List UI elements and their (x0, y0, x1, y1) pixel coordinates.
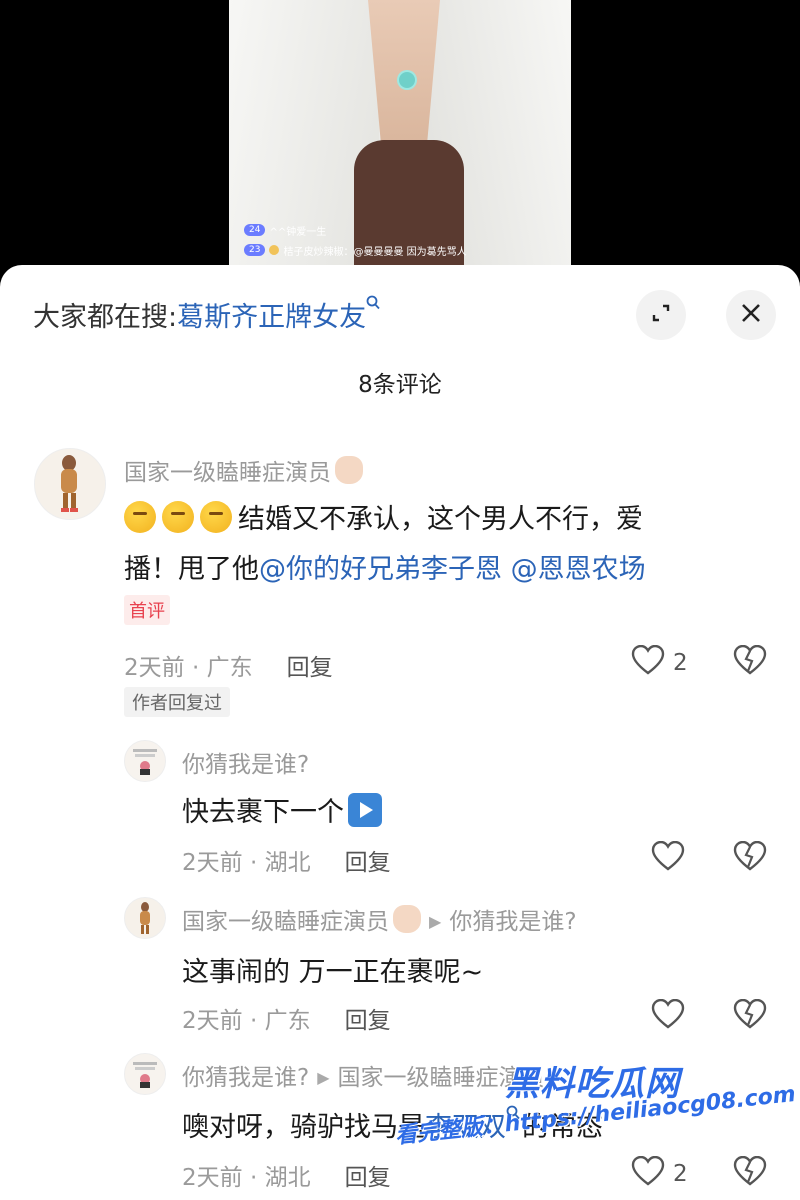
comment-author-name[interactable]: 你猜我是谁? (182, 745, 309, 779)
pendant (399, 72, 415, 88)
like-button[interactable] (651, 840, 685, 877)
search-icon (506, 1105, 522, 1128)
reply-to-name[interactable]: 国家一级瞌睡症演员 (338, 1065, 545, 1091)
avatar[interactable] (34, 448, 106, 520)
reply-to-name[interactable]: 你猜我是谁? (449, 909, 576, 935)
comment-time-location: 2天前 · 湖北 (182, 850, 311, 876)
trending-search-term[interactable]: 葛斯齐正牌女友 (177, 302, 366, 333)
live-chat: 24 ^^钟爱一生 23 桔子皮炒辣椒：@曼曼曼曼 因为葛先骂人 (244, 222, 574, 262)
comment-meta: 2天前 · 湖北 回复 (182, 1158, 391, 1192)
thinking-emoji-icon (200, 501, 232, 533)
trending-search[interactable]: 大家都在搜:葛斯齐正牌女友 (33, 295, 382, 334)
trending-search-prefix: 大家都在搜: (33, 302, 178, 333)
heart-icon (631, 1155, 665, 1192)
live-video[interactable]: 24 ^^钟爱一生 23 桔子皮炒辣椒：@曼曼曼曼 因为葛先骂人 (0, 0, 800, 290)
dislike-button[interactable] (733, 998, 767, 1033)
comment-author[interactable]: 国家一级瞌睡症演员 (124, 453, 363, 487)
chat-line: 24 ^^钟爱一生 (244, 222, 574, 238)
close-icon (739, 301, 763, 329)
fan-badge-icon (269, 245, 280, 255)
reply-arrow-icon: ▶ (429, 912, 442, 931)
comment-text-prefix: 噢对呀，骑驴找马是 (182, 1112, 425, 1143)
reply-button[interactable]: 回复 (345, 1165, 391, 1191)
like-button[interactable] (651, 998, 685, 1035)
chat-line: 23 桔子皮炒辣椒：@曼曼曼曼 因为葛先骂人 (244, 242, 574, 258)
like-button[interactable]: 2 (631, 644, 688, 681)
comment-text: 快去裹下一个 (182, 790, 382, 829)
thinking-emoji-icon (162, 501, 194, 533)
comment-author-name[interactable]: 国家一级瞌睡症演员 (124, 460, 331, 486)
comment-author-name[interactable]: 你猜我是谁? (182, 1065, 309, 1091)
comment-text-suffix: 的常态 (522, 1112, 603, 1143)
comment-text-line1: 结婚又不承认，这个男人不行，爱 (238, 504, 643, 535)
comment-text: 这事闹的 万一正在裹呢~ (182, 957, 484, 988)
dislike-button[interactable] (733, 840, 767, 875)
broken-heart-icon (733, 1155, 767, 1190)
avatar[interactable] (124, 897, 166, 939)
author-replied-tag: 作者回复过 (124, 687, 230, 717)
dislike-button[interactable] (733, 1155, 767, 1190)
user-level-badge: 24 (244, 224, 266, 236)
comment-time-location: 2天前 · 广东 (182, 1008, 311, 1034)
comment-text-content: 快去裹下一个 (182, 797, 344, 828)
chat-text: 桔子皮炒辣椒：@曼曼曼曼 因为葛先骂人 (283, 246, 467, 258)
reply-button[interactable]: 回复 (345, 850, 391, 876)
dislike-button[interactable] (733, 644, 767, 679)
comment-time-location: 2天前 · 湖北 (182, 1165, 311, 1191)
expand-icon (648, 300, 674, 330)
comment-text: 播！甩了他@你的好兄弟李子恩 @恩恩农场 (124, 547, 646, 586)
expand-button[interactable] (636, 290, 686, 340)
play-button-emoji-icon (348, 793, 382, 827)
comment-meta: 2天前 · 广东 回复 (124, 648, 333, 682)
close-button[interactable] (726, 290, 776, 340)
comment-count: 8条评论 (358, 372, 442, 398)
like-button[interactable]: 2 (631, 1155, 688, 1192)
reply-arrow-icon: ▶ (317, 1068, 330, 1087)
comment-text: 噢对呀，骑驴找马是李双双 的常态 (182, 1105, 603, 1144)
like-count: 2 (673, 650, 688, 676)
comment-meta: 2天前 · 广东 回复 (182, 1001, 391, 1035)
thinking-emoji-icon (124, 501, 156, 533)
wave-icon (335, 456, 363, 484)
comment-meta: 2天前 · 湖北 回复 (182, 843, 391, 877)
mention-link[interactable]: @你的好兄弟李子恩 (259, 554, 502, 585)
broken-heart-icon (733, 644, 767, 679)
first-comment-badge: 首评 (124, 595, 170, 625)
reply-button[interactable]: 回复 (345, 1008, 391, 1034)
comment-author: 你猜我是谁? ▶ 国家一级瞌睡症演员 (182, 1058, 545, 1092)
comments-sheet: 大家都在搜:葛斯齐正牌女友 8条评论 国家一级瞌睡症演员 结婚又不承认，这个男人… (0, 265, 800, 1200)
search-link[interactable]: 李双双 (425, 1112, 506, 1143)
comment-time-location: 2天前 · 广东 (124, 655, 253, 681)
comment-author-name[interactable]: 国家一级瞌睡症演员 (182, 909, 389, 935)
chat-text: ^^钟爱一生 (269, 226, 327, 238)
search-icon (366, 295, 382, 318)
comment-author: 国家一级瞌睡症演员 ▶ 你猜我是谁? (182, 902, 577, 936)
user-level-badge: 23 (244, 244, 266, 256)
heart-icon (631, 644, 665, 681)
comment-text: 结婚又不承认，这个男人不行，爱 (124, 497, 643, 536)
wave-icon (393, 905, 421, 933)
heart-icon (651, 998, 685, 1035)
heart-icon (651, 840, 685, 877)
avatar[interactable] (124, 740, 166, 782)
avatar[interactable] (124, 1053, 166, 1095)
like-count: 2 (673, 1161, 688, 1187)
mention-link[interactable]: @恩恩农场 (511, 554, 646, 585)
comment-text-line2: 播！甩了他 (124, 554, 259, 585)
broken-heart-icon (733, 840, 767, 875)
reply-button[interactable]: 回复 (287, 655, 333, 681)
broken-heart-icon (733, 998, 767, 1033)
